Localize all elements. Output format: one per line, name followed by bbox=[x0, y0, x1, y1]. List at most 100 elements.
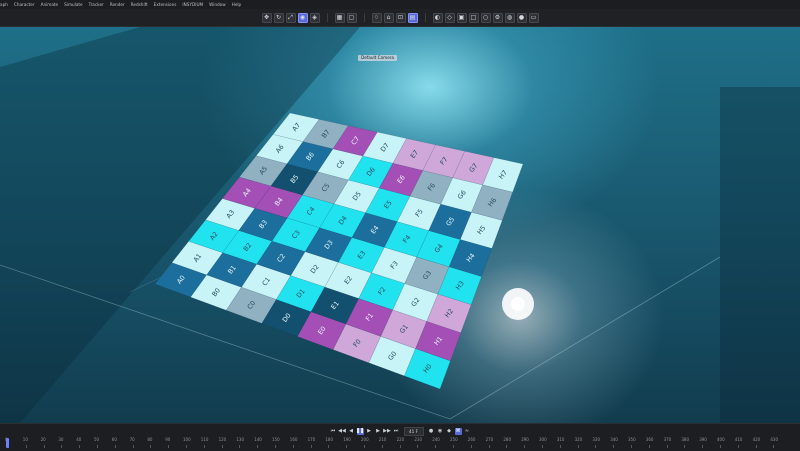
record-icon[interactable]: ● bbox=[428, 428, 435, 435]
object-active-icon[interactable]: ◉ bbox=[297, 12, 308, 23]
menu-item-simulate[interactable]: Simulate bbox=[64, 2, 83, 7]
ruler-tick bbox=[577, 445, 579, 448]
ruler-tick-label: 210 bbox=[378, 437, 387, 442]
3d-viewport[interactable]: A0 A1 A2 A3 A4 A5 A6 A7 B0 B1 B2 B3 B4 B5 B6 B7 C0 C1 C2 C3… bbox=[0, 27, 800, 423]
object-tools: ♢ ⌂ ⊡ ▤ bbox=[371, 12, 419, 23]
ruler-tick-label: 140 bbox=[254, 437, 262, 442]
ruler-tick-label: 120 bbox=[218, 437, 227, 442]
light-bulb-icon[interactable]: ♢ bbox=[371, 12, 382, 23]
ruler-tick-label: 200 bbox=[361, 437, 369, 442]
camera-label[interactable]: Default Camera bbox=[358, 55, 398, 61]
toolbar-divider bbox=[326, 13, 328, 22]
go-end-icon[interactable]: ⏭ bbox=[393, 428, 400, 435]
ruler-tick-label: 170 bbox=[307, 437, 316, 442]
ruler-tick bbox=[417, 445, 419, 448]
ruler-tick bbox=[97, 445, 98, 448]
ruler-tick bbox=[43, 445, 45, 448]
current-frame-field[interactable]: 41 F bbox=[403, 426, 424, 436]
ruler-tick-label: 10 bbox=[22, 437, 28, 442]
interp-icon[interactable]: ≈ bbox=[464, 428, 471, 435]
ruler-tick-label: 40 bbox=[76, 437, 82, 442]
ruler-tick bbox=[61, 445, 63, 448]
ruler-tick bbox=[168, 445, 170, 448]
ruler-tick bbox=[595, 445, 597, 448]
ruler-tick bbox=[381, 445, 383, 448]
next-frame-icon[interactable]: ▶ bbox=[375, 428, 382, 435]
interactive-render-icon[interactable]: ◐ bbox=[432, 12, 443, 23]
ruler-tick bbox=[559, 445, 561, 448]
menu-item-character[interactable]: Character bbox=[14, 2, 35, 7]
motion-icon[interactable]: ⌘ bbox=[454, 427, 462, 435]
ruler-tick-label: 370 bbox=[663, 437, 672, 442]
timeline-panel: ⏮ ◀◀ ◀ ❚❚ ▶ ▶ ▶▶ ⏭ 41 F ● ◉ ◆ ⌘ ≈ 010203… bbox=[0, 423, 800, 451]
menu-item-extensions[interactable]: Extensions bbox=[154, 2, 177, 7]
keyframe-icon[interactable]: ◆ bbox=[446, 428, 453, 435]
ruler-tick-label: 250 bbox=[450, 437, 458, 442]
ruler-tick bbox=[292, 445, 294, 448]
ruler-tick-label: 410 bbox=[734, 437, 743, 442]
camera-icon[interactable]: ⌂ bbox=[383, 12, 394, 23]
menu-item-tracker[interactable]: Tracker bbox=[89, 2, 104, 7]
ruler-tick bbox=[239, 445, 241, 448]
playhead[interactable] bbox=[6, 438, 9, 448]
ruler-tick bbox=[203, 445, 205, 448]
ruler-tick bbox=[310, 445, 312, 448]
deformer-icon[interactable]: ⊡ bbox=[395, 12, 406, 23]
prev-frame-icon[interactable]: ◀ bbox=[348, 428, 355, 435]
menu-item-redshift[interactable]: Redshift bbox=[131, 2, 148, 7]
ruler-tick-label: 280 bbox=[503, 437, 512, 442]
light-core bbox=[511, 297, 525, 311]
autokey-icon[interactable]: ◉ bbox=[437, 428, 444, 435]
ruler-tick-label: 30 bbox=[58, 437, 64, 442]
toolbar-divider bbox=[363, 13, 365, 22]
transform-tools: ✥ ↻ ⤢ ◉ ◈ bbox=[261, 12, 321, 23]
grid-icon[interactable]: ▣ bbox=[456, 12, 467, 23]
render-settings-icon[interactable]: ● bbox=[516, 12, 527, 23]
ruler-tick-label: 110 bbox=[200, 437, 209, 442]
ruler-tick-label: 130 bbox=[236, 437, 245, 442]
ruler-tick-label: 300 bbox=[539, 437, 547, 442]
cube-icon[interactable]: □ bbox=[468, 12, 479, 23]
backdrop-shadow-right bbox=[720, 87, 800, 423]
render-view-icon[interactable]: ▦ bbox=[334, 12, 345, 23]
pause-icon[interactable]: ❚❚ bbox=[356, 427, 364, 435]
next-key-icon[interactable]: ▶▶ bbox=[383, 428, 391, 435]
menu-item-window[interactable]: Window bbox=[209, 2, 226, 7]
material-icon[interactable]: ▤ bbox=[407, 12, 418, 23]
rotate-icon[interactable]: ↻ bbox=[273, 12, 284, 23]
ruler-tick bbox=[150, 445, 152, 448]
scale-icon[interactable]: ⤢ bbox=[285, 12, 296, 23]
ruler-tick bbox=[631, 445, 632, 448]
ruler-tick bbox=[364, 445, 365, 448]
ruler-tick bbox=[399, 445, 401, 448]
menu-item-aph[interactable]: aph bbox=[0, 2, 8, 7]
ruler-tick bbox=[221, 445, 223, 448]
sphere-icon[interactable]: ○ bbox=[480, 12, 491, 23]
ruler-tick bbox=[506, 445, 508, 448]
go-start-icon[interactable]: ⏮ bbox=[330, 428, 337, 435]
ruler-tick-label: 400 bbox=[717, 437, 725, 442]
render-tools: ▦ ▢ bbox=[334, 12, 358, 23]
ruler-tick bbox=[275, 445, 276, 448]
object-icon[interactable]: ◈ bbox=[309, 12, 320, 23]
picture-viewer-icon[interactable]: ▭ bbox=[528, 12, 539, 23]
lights-icon[interactable]: ◍ bbox=[504, 12, 515, 23]
ruler-tick bbox=[79, 445, 81, 448]
menu-item-help[interactable]: Help bbox=[232, 2, 242, 7]
preview-icon[interactable]: ▢ bbox=[346, 12, 357, 23]
menu-item-animate[interactable]: Animate bbox=[41, 2, 59, 7]
timeline-ruler[interactable]: 0102030405060708090100110120130140150160… bbox=[0, 437, 800, 450]
transport-controls: ⏮ ◀◀ ◀ ❚❚ ▶ ▶ ▶▶ ⏭ 41 F ● ◉ ◆ ⌘ ≈ bbox=[0, 425, 800, 437]
ruler-tick bbox=[488, 445, 490, 448]
play-icon[interactable]: ▶ bbox=[366, 428, 373, 435]
ruler-tick bbox=[346, 445, 348, 448]
menu-item-insydium[interactable]: INSYDIUM bbox=[182, 2, 203, 7]
snap-icon[interactable]: ◇ bbox=[444, 12, 455, 23]
ruler-tick bbox=[737, 445, 739, 448]
menu-item-render[interactable]: Render bbox=[110, 2, 125, 7]
ruler-tick-label: 50 bbox=[94, 437, 100, 442]
move-icon[interactable]: ✥ bbox=[261, 12, 272, 23]
settings-icon[interactable]: ⚙ bbox=[492, 12, 503, 23]
prev-key-icon[interactable]: ◀◀ bbox=[338, 428, 346, 435]
ruler-tick-label: 220 bbox=[396, 437, 405, 442]
